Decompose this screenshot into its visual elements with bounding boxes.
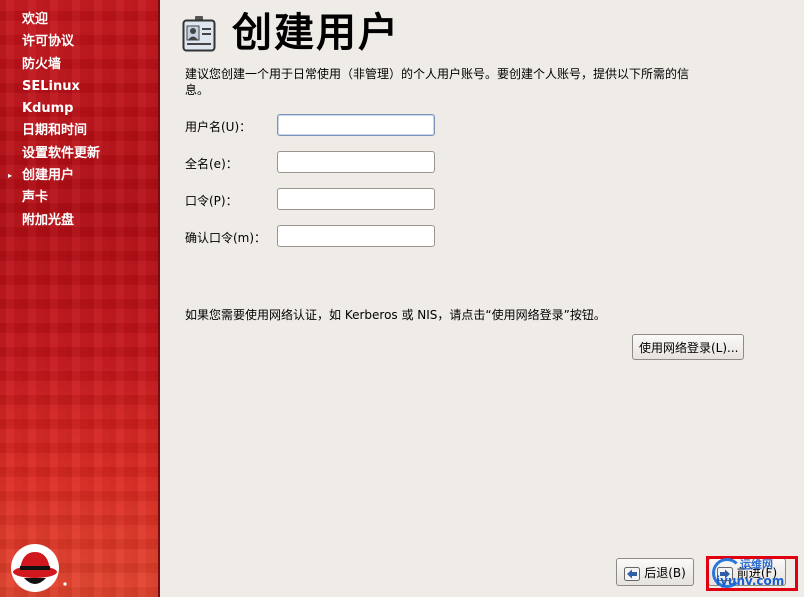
step-label: 防火墙 (22, 56, 62, 72)
back-button[interactable]: 后退(B) (616, 558, 694, 586)
username-label: 用户名(U)： (185, 120, 252, 134)
redhat-logo-icon (11, 544, 67, 592)
step-additional-cds: 附加光盘 (0, 210, 160, 232)
step-date-time: 日期和时间 (0, 120, 160, 142)
watermark-line1: 运维网 (740, 558, 773, 571)
current-step-arrow-icon: ▸ (8, 171, 13, 181)
step-label: 欢迎 (22, 12, 49, 27)
step-label: SELinux (22, 78, 80, 94)
site-watermark: 运维网 iyunv.com (712, 556, 798, 590)
page-title: 创建用户 (232, 10, 400, 56)
watermark-line2: iyunv.com (716, 574, 785, 588)
step-firewall: 防火墙 (0, 54, 160, 76)
step-welcome: 欢迎 (0, 9, 160, 31)
sidebar: 欢迎 许可协议 防火墙 SELinux Kdump 日期和时间 设置软件更新 ▸… (0, 0, 160, 597)
network-auth-note: 如果您需要使用网络认证，如 Kerberos 或 NIS，请点击“使用网络登录”… (185, 308, 606, 322)
back-button-label: 后退(B) (644, 566, 686, 580)
step-software-updates: 设置软件更新 (0, 143, 160, 165)
step-label: Kdump (22, 101, 74, 117)
step-kdump: Kdump (0, 98, 160, 120)
step-list: 欢迎 许可协议 防火墙 SELinux Kdump 日期和时间 设置软件更新 ▸… (0, 9, 160, 232)
password-input[interactable] (277, 188, 435, 210)
step-label: 附加光盘 (22, 212, 75, 228)
user-id-card-icon (182, 16, 216, 52)
fullname-input[interactable] (277, 151, 435, 173)
username-input[interactable] (277, 114, 435, 136)
step-label: 声卡 (22, 190, 49, 206)
step-sound-card: 声卡 (0, 187, 160, 209)
step-label: 设置软件更新 (22, 145, 101, 161)
back-arrow-icon (624, 566, 641, 581)
step-label: 日期和时间 (22, 123, 88, 139)
step-label: 创建用户 (22, 168, 75, 184)
step-create-user: ▸ 创建用户 (0, 165, 160, 187)
fullname-label: 全名(e)： (185, 157, 238, 171)
network-login-button[interactable]: 使用网络登录(L)... (632, 334, 744, 360)
intro-text: 建议您创建一个用于日常使用（非管理）的个人用户账号。要创建个人账号，提供以下所需… (185, 67, 690, 97)
confirm-password-label: 确认口令(m)： (185, 231, 267, 245)
step-license: 许可协议 (0, 31, 160, 53)
step-label: 许可协议 (22, 34, 75, 50)
main-panel: 创建用户 建议您创建一个用于日常使用（非管理）的个人用户账号。要创建个人账号，提… (160, 0, 804, 597)
step-selinux: SELinux (0, 76, 160, 98)
password-label: 口令(P)： (185, 194, 238, 208)
confirm-password-input[interactable] (277, 225, 435, 247)
